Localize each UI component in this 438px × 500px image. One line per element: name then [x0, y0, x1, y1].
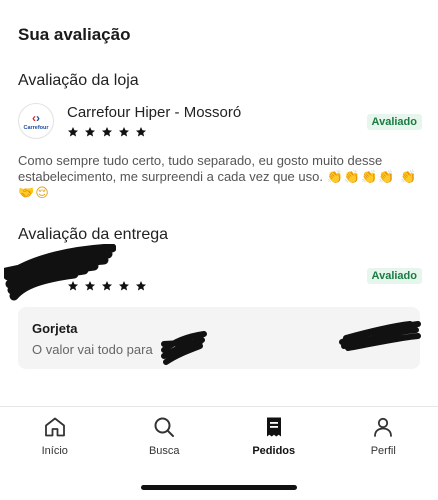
delivery-status-badge: Avaliado	[366, 268, 422, 284]
home-indicator[interactable]	[141, 485, 297, 490]
star-icon	[119, 127, 129, 137]
tab-busca[interactable]: Busca	[110, 410, 220, 465]
bottom-tab-bar: Início Busca Pedidos Perfil	[0, 410, 438, 465]
tip-text: O valor vai todo para	[32, 342, 153, 357]
star-icon	[85, 281, 95, 291]
delivery-rating-stars	[67, 280, 147, 292]
delivery-review-section-title: Avaliação da entrega	[18, 226, 169, 243]
handshake-emoji: 🤝	[18, 185, 36, 200]
carrefour-logo-mark: ‹›	[32, 110, 40, 125]
star-icon	[136, 127, 146, 137]
store-rating-stars	[67, 126, 147, 138]
tab-perfil[interactable]: Perfil	[329, 410, 438, 465]
tip-title: Gorjeta	[32, 321, 78, 336]
tab-busca-label: Busca	[148, 445, 180, 457]
home-icon	[44, 417, 65, 437]
store-logo-text: Carrefour	[23, 124, 49, 131]
tabbar-divider	[0, 406, 438, 407]
store-comment: Como sempre tudo certo, tudo separado, e…	[18, 153, 420, 201]
tab-inicio[interactable]: Início	[0, 410, 110, 465]
star-icon	[102, 127, 112, 137]
star-icon	[102, 281, 112, 291]
search-icon	[154, 417, 175, 437]
page-title: Sua avaliação	[18, 25, 131, 44]
receipt-icon	[266, 417, 281, 437]
tab-pedidos-label: Pedidos	[252, 445, 296, 457]
store-name: Carrefour Hiper - Mossoró	[67, 104, 242, 121]
store-logo: ‹› Carrefour	[18, 103, 54, 139]
star-icon	[68, 127, 78, 137]
star-icon	[68, 281, 78, 291]
tab-pedidos[interactable]: Pedidos	[219, 410, 329, 465]
redaction-scribble	[339, 321, 421, 351]
clapping-hands-emoji: 👏👏👏👏 👏	[326, 169, 418, 184]
store-review-section-title: Avaliação da loja	[18, 72, 139, 89]
star-icon	[119, 281, 129, 291]
redaction-scribble	[161, 331, 207, 365]
profile-icon	[374, 417, 393, 437]
tab-perfil-label: Perfil	[370, 445, 396, 457]
redaction-scribble	[4, 244, 116, 301]
star-icon	[85, 127, 95, 137]
store-status-badge: Avaliado	[366, 114, 422, 130]
star-icon	[136, 281, 146, 291]
smiling-face-emoji: 😌	[35, 185, 49, 200]
tab-inicio-label: Início	[41, 445, 68, 457]
